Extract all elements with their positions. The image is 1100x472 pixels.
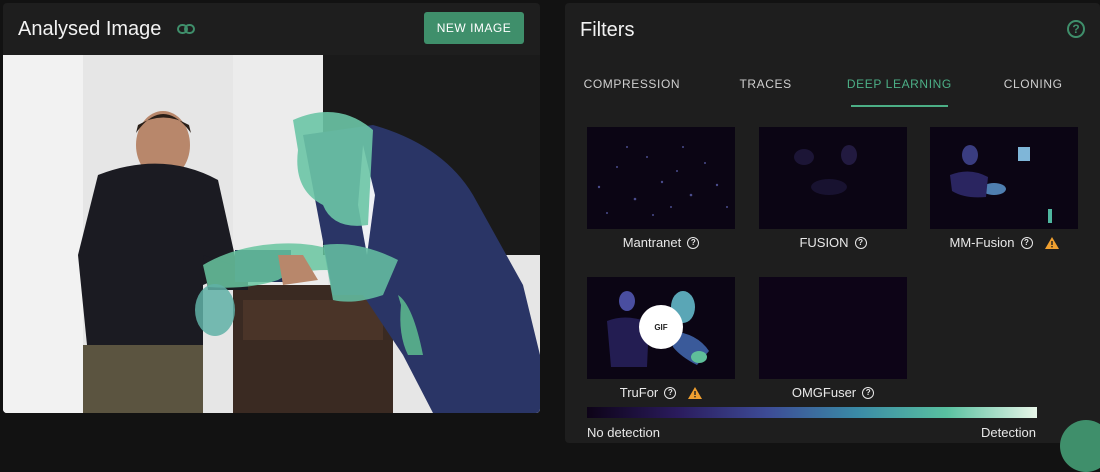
filter-caption-trufor: TruFor ? <box>587 385 735 400</box>
fusion-heatmap[interactable] <box>759 127 907 229</box>
omgfuser-heatmap[interactable] <box>759 277 907 379</box>
filter-caption-mm-fusion: MM-Fusion ? <box>930 235 1078 250</box>
filter-caption-fusion: FUSION ? <box>759 235 907 250</box>
filter-name: TruFor <box>619 385 659 400</box>
filter-tile-mm-fusion[interactable]: MM-Fusion ? <box>930 127 1078 250</box>
question-circle-icon[interactable]: ? <box>1067 20 1085 38</box>
link-icon[interactable] <box>177 23 196 35</box>
tab-compression[interactable]: COMPRESSION <box>565 60 699 108</box>
analysed-image-header: Analysed Image NEW IMAGE <box>3 3 540 55</box>
tab-traces[interactable]: TRACES <box>699 60 833 108</box>
filter-tabs: COMPRESSION TRACES DEEP LEARNING CLONING <box>565 60 1100 108</box>
question-circle-icon[interactable]: ? <box>862 386 875 399</box>
filter-name: FUSION <box>799 235 849 250</box>
mantranet-heatmap[interactable] <box>587 127 735 229</box>
question-circle-icon[interactable]: ? <box>687 236 700 249</box>
filter-name: Mantranet <box>622 235 682 250</box>
filters-title: Filters <box>580 18 635 41</box>
filter-name: MM-Fusion <box>949 235 1015 250</box>
filter-caption-omgfuser: OMGFuser ? <box>759 385 907 400</box>
filter-tile-omgfuser[interactable]: OMGFuser ? <box>759 277 907 400</box>
new-image-button[interactable]: NEW IMAGE <box>424 12 524 44</box>
filter-tile-fusion[interactable]: FUSION ? <box>759 127 907 250</box>
floating-action-button[interactable] <box>1060 420 1100 472</box>
analysed-photo <box>3 55 540 413</box>
filters-header: Filters ? <box>565 3 1100 57</box>
warning-icon <box>688 386 703 399</box>
panel-title: Analysed Image <box>18 17 162 40</box>
filter-tile-trufor[interactable]: GIF TruFor ? <box>587 277 735 400</box>
tab-cloning[interactable]: CLONING <box>966 60 1100 108</box>
trufor-heatmap[interactable]: GIF <box>587 277 735 379</box>
detection-color-scale <box>587 407 1037 418</box>
question-circle-icon[interactable]: ? <box>854 236 867 249</box>
mm-fusion-heatmap[interactable] <box>930 127 1078 229</box>
question-circle-icon[interactable]: ? <box>1020 236 1033 249</box>
gif-badge[interactable]: GIF <box>639 305 683 349</box>
tab-deep-learning[interactable]: DEEP LEARNING <box>833 60 967 108</box>
question-circle-icon[interactable]: ? <box>664 386 677 399</box>
warning-icon <box>1044 236 1059 249</box>
filters-panel: Filters ? COMPRESSION TRACES DEEP LEARNI… <box>565 3 1100 443</box>
filter-name: OMGFuser <box>791 385 857 400</box>
filter-tile-mantranet[interactable]: Mantranet ? <box>587 127 735 250</box>
analysed-image-panel: Analysed Image NEW IMAGE <box>3 3 540 413</box>
filter-caption-mantranet: Mantranet ? <box>587 235 735 250</box>
